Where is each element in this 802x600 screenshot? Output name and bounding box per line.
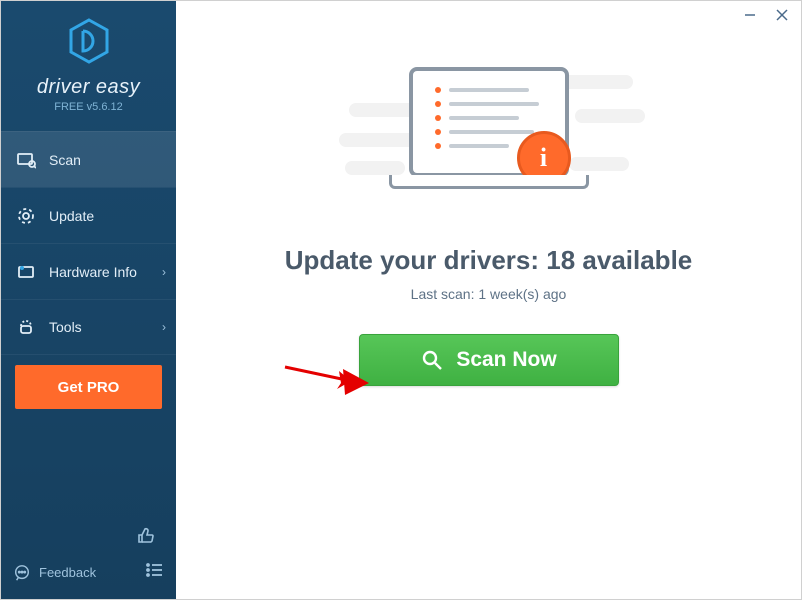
sidebar-item-label: Scan	[49, 152, 81, 168]
headline-prefix: Update your drivers:	[285, 245, 547, 275]
list-menu-icon[interactable]	[144, 560, 164, 585]
sidebar-item-hardware-info[interactable]: Hardware Info ›	[1, 243, 176, 299]
chevron-right-icon: ›	[162, 265, 166, 279]
hardware-icon	[15, 261, 37, 283]
get-pro-label: Get PRO	[58, 379, 120, 396]
sidebar-item-tools[interactable]: Tools ›	[1, 299, 176, 355]
sidebar: driver easy FREE v5.6.12 Scan Update	[1, 1, 176, 599]
chat-icon	[13, 564, 31, 582]
last-scan-value: 1 week(s) ago	[478, 286, 566, 302]
thumbs-up-icon[interactable]	[136, 525, 156, 550]
headline-suffix: available	[575, 245, 692, 275]
brand-version: FREE v5.6.12	[1, 101, 176, 113]
scan-icon	[15, 149, 37, 171]
main-content: i Update your drivers: 18 available Last…	[176, 1, 801, 599]
feedback-label: Feedback	[39, 565, 96, 580]
close-button[interactable]	[775, 8, 789, 22]
sidebar-footer: Feedback	[1, 515, 176, 599]
sidebar-item-label: Hardware Info	[49, 264, 137, 280]
sidebar-nav: Scan Update Hardware Info ›	[1, 131, 176, 355]
scan-now-button[interactable]: Scan Now	[359, 334, 619, 386]
window-controls	[743, 1, 801, 29]
sidebar-item-label: Update	[49, 208, 94, 224]
brand-name: driver easy	[1, 76, 176, 99]
get-pro-button[interactable]: Get PRO	[15, 365, 162, 409]
minimize-button[interactable]	[743, 8, 757, 22]
app-logo-icon	[65, 17, 113, 65]
brand-block: driver easy FREE v5.6.12	[1, 1, 176, 125]
tools-icon	[15, 316, 37, 338]
last-scan-prefix: Last scan:	[411, 286, 479, 302]
chevron-right-icon: ›	[162, 320, 166, 334]
sidebar-item-scan[interactable]: Scan	[1, 131, 176, 187]
headline: Update your drivers: 18 available	[285, 245, 693, 276]
sidebar-item-update[interactable]: Update	[1, 187, 176, 243]
last-scan-line: Last scan: 1 week(s) ago	[411, 286, 567, 302]
laptop-illustration: i	[339, 61, 639, 211]
sidebar-item-label: Tools	[49, 319, 82, 335]
feedback-button[interactable]: Feedback	[13, 564, 96, 582]
update-icon	[15, 205, 37, 227]
scan-now-label: Scan Now	[456, 348, 556, 372]
drivers-available-count: 18	[546, 245, 575, 275]
magnifier-icon	[420, 348, 444, 372]
